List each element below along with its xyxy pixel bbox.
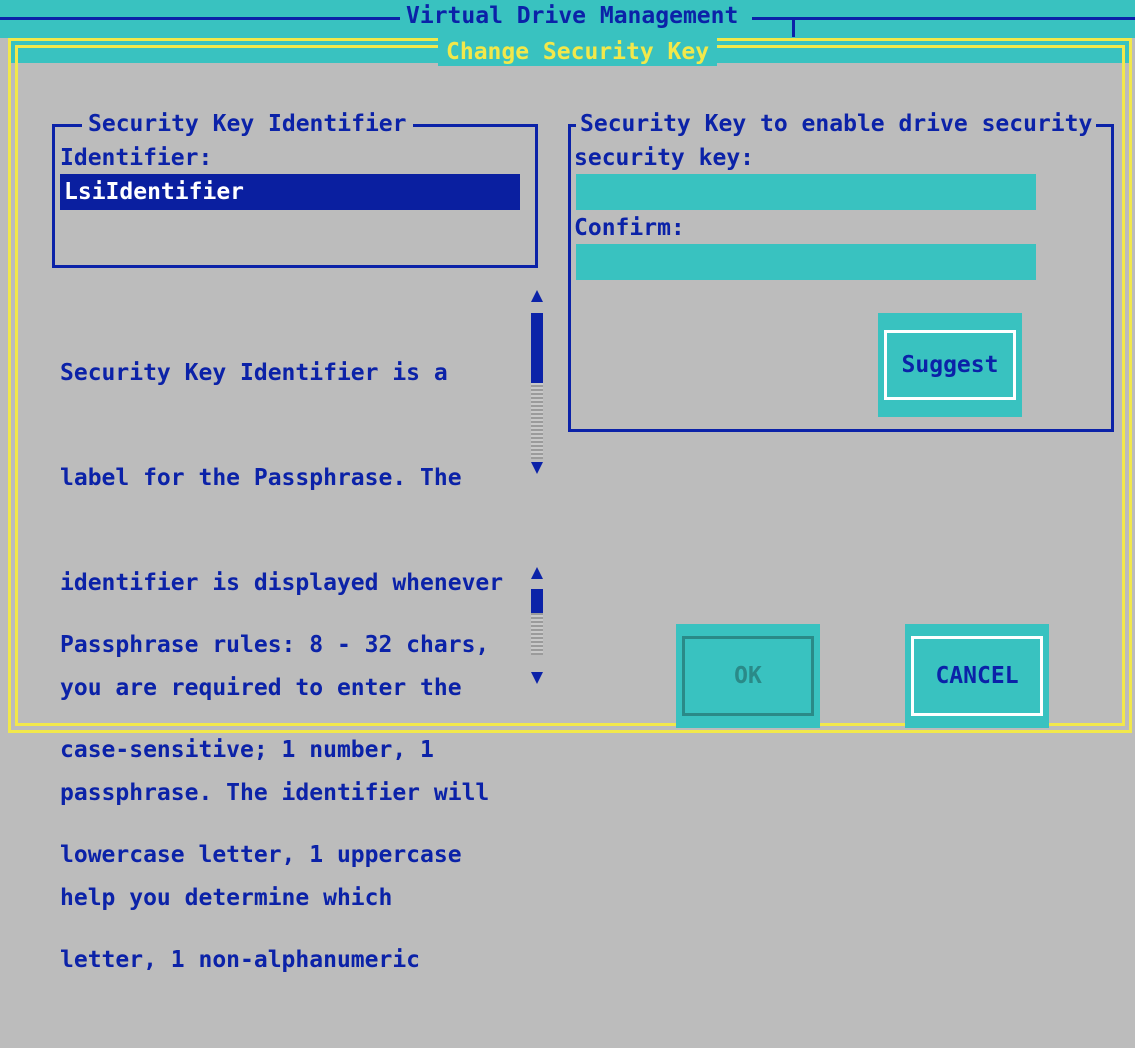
rules-text-line: letter, 1 non-alphanumeric — [60, 947, 421, 973]
title-rule-right — [752, 17, 1135, 20]
rules-scroll-down-arrow-icon[interactable] — [530, 672, 544, 686]
rules-scroll-up-arrow-icon[interactable] — [530, 567, 544, 581]
rules-scrollbar-thumb[interactable] — [531, 589, 543, 613]
title-rule-tick — [792, 17, 795, 37]
help-text-line: Security Key Identifier is a — [60, 360, 448, 386]
cancel-button[interactable]: CANCEL — [911, 636, 1043, 716]
security-key-input[interactable] — [576, 174, 1036, 210]
help-text-line: label for the Passphrase. The — [60, 465, 462, 491]
title-rule-left — [0, 17, 400, 20]
identifier-input[interactable]: LsiIdentifier — [60, 174, 520, 210]
help-scrollbar-track[interactable] — [531, 383, 543, 459]
rules-text-line: lowercase letter, 1 uppercase — [60, 842, 462, 868]
change-security-key-dialog: Change Security Key Security Key Identif… — [8, 38, 1132, 973]
window-title-bar: Virtual Drive Management — [0, 0, 1135, 38]
help-scroll-down-arrow-icon[interactable] — [530, 462, 544, 476]
rules-scrollbar-track[interactable] — [531, 613, 543, 655]
rules-text-line: case-sensitive; 1 number, 1 — [60, 737, 434, 763]
rules-text-line: Passphrase rules: 8 - 32 chars, — [60, 632, 490, 658]
help-scrollbar-thumb[interactable] — [531, 313, 543, 383]
security-key-label: security key: — [574, 145, 755, 171]
window-title: Virtual Drive Management — [400, 3, 745, 29]
identifier-input-value: LsiIdentifier — [64, 179, 245, 205]
dialog-title: Change Security Key — [438, 38, 718, 66]
identifier-label: Identifier: — [60, 145, 213, 171]
suggest-button[interactable]: Suggest — [884, 330, 1016, 400]
identifier-group-legend: Security Key Identifier — [82, 111, 413, 137]
help-scroll-up-arrow-icon[interactable] — [530, 290, 544, 304]
confirm-label: Confirm: — [574, 215, 685, 241]
confirm-key-input[interactable] — [576, 244, 1036, 280]
security-key-group-legend: Security Key to enable drive security — [576, 111, 1097, 137]
ok-button[interactable]: OK — [682, 636, 814, 716]
passphrase-rules-text: Passphrase rules: 8 - 32 chars, case-sen… — [60, 558, 489, 1048]
